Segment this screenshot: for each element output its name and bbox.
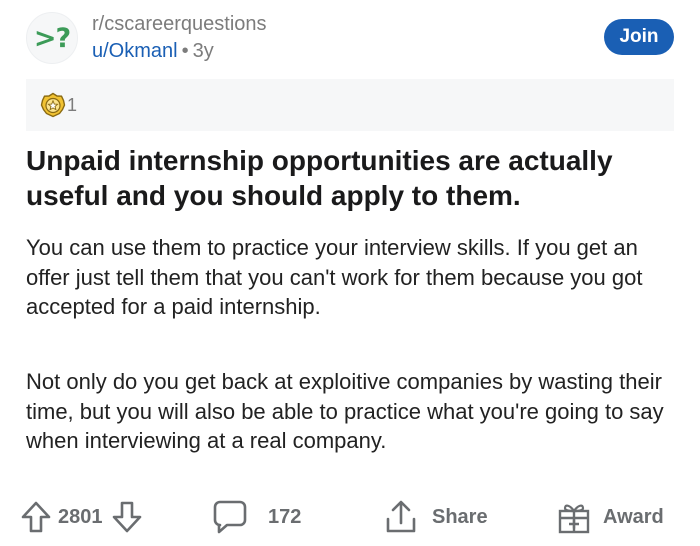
author-username[interactable]: u/Okmanl xyxy=(92,40,178,62)
award-badge-icon xyxy=(40,92,66,118)
comment-bubble-icon xyxy=(213,500,247,534)
subreddit-avatar-glyph: >? xyxy=(33,22,71,54)
awards-bar[interactable]: 1 xyxy=(26,79,674,131)
subreddit-avatar[interactable]: >? xyxy=(26,12,78,64)
share-button[interactable]: Share xyxy=(384,496,488,538)
award-label: Award xyxy=(603,505,664,528)
reddit-post: >? r/cscareerquestions u/Okmanl • 3y Join … xyxy=(0,0,700,546)
share-label: Share xyxy=(432,505,488,528)
post-action-bar: 2801 172 Share Award xyxy=(20,496,680,538)
meta-separator: • xyxy=(181,40,189,62)
post-header: >? r/cscareerquestions u/Okmanl • 3y Join xyxy=(26,12,676,68)
post-body-paragraph-2: Not only do you get back at exploitive c… xyxy=(26,369,664,453)
comments-button[interactable]: 172 xyxy=(212,496,301,538)
comment-count: 172 xyxy=(268,505,302,528)
post-title: Unpaid internship opportunities are actu… xyxy=(26,145,613,211)
subreddit-name[interactable]: r/cscareerquestions xyxy=(92,13,267,36)
post-body-paragraph-1: You can use them to practice your interv… xyxy=(26,235,643,319)
share-icon xyxy=(386,500,416,533)
downvote-arrow-icon[interactable] xyxy=(111,500,143,534)
upvote-arrow-icon[interactable] xyxy=(20,500,52,534)
vote-controls: 2801 xyxy=(20,496,143,538)
vote-count: 2801 xyxy=(58,505,103,528)
post-age: 3y xyxy=(192,40,214,62)
post-meta: u/Okmanl • 3y xyxy=(92,40,214,63)
gift-icon xyxy=(558,504,590,534)
award-count: 1 xyxy=(67,94,78,115)
award-button[interactable]: Award xyxy=(557,496,664,538)
join-button[interactable]: Join xyxy=(604,19,674,55)
